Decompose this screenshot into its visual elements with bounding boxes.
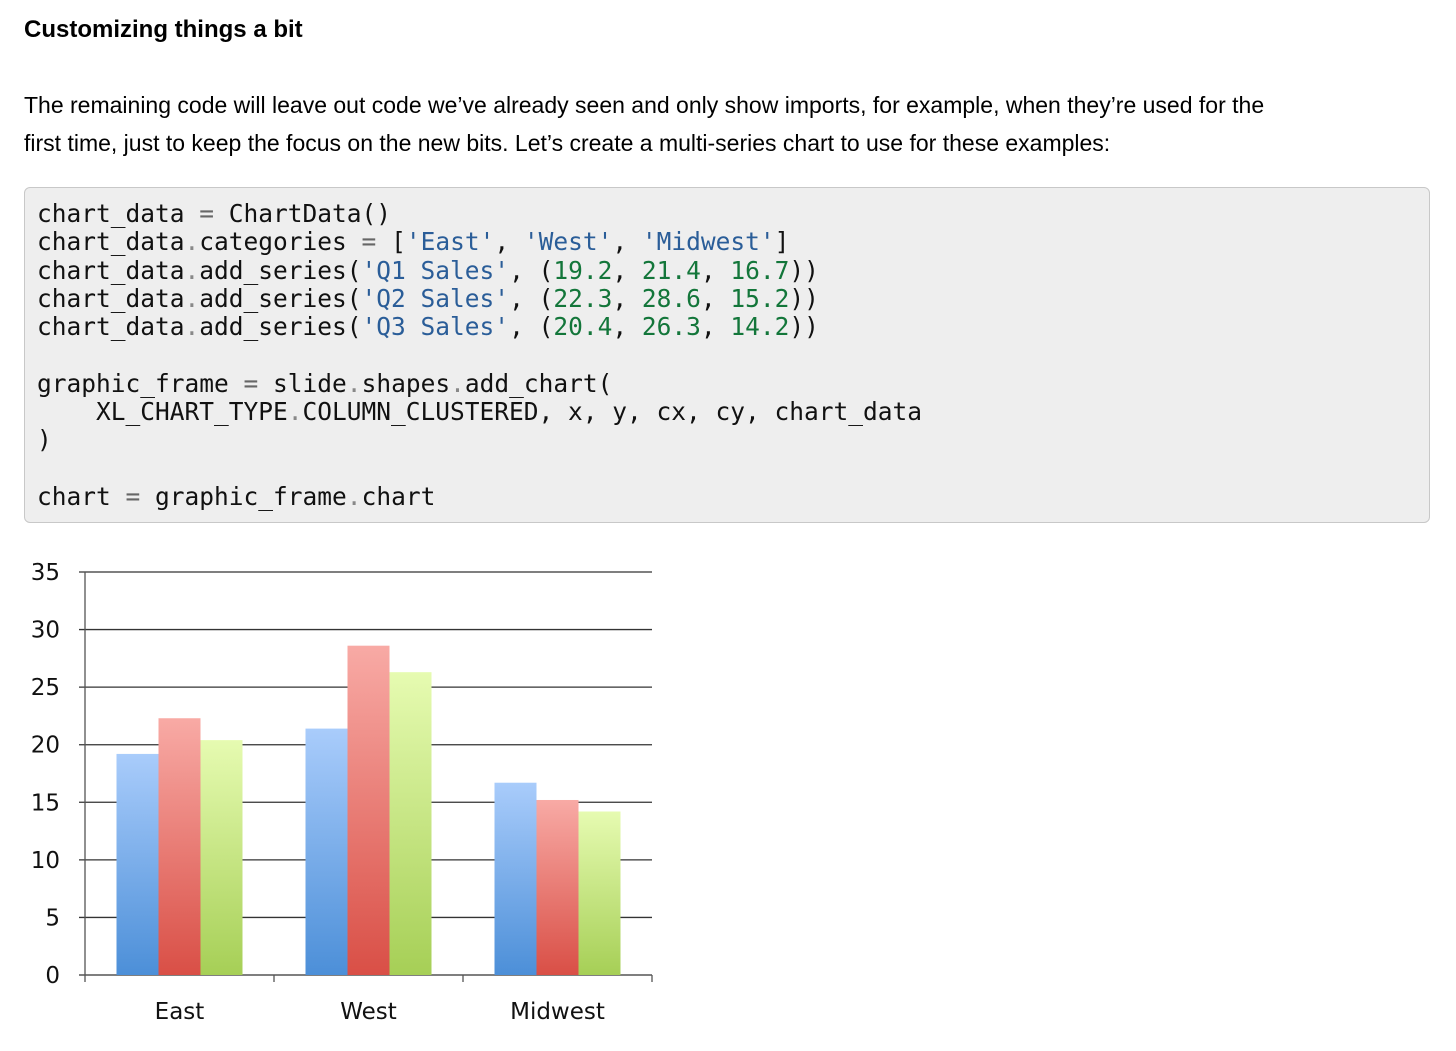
code-token: 16.7	[730, 255, 790, 285]
code-token: ]	[774, 227, 790, 257]
code-token: add_series(	[199, 255, 362, 285]
code-token: =	[361, 227, 377, 257]
code-line: chart_data.add_series('Q3 Sales', (20.4,…	[37, 312, 819, 341]
code-token: 28.6	[641, 283, 701, 313]
code-line: chart_data.add_series('Q1 Sales', (19.2,…	[37, 256, 819, 285]
code-token: add_series(	[199, 312, 362, 342]
bar	[536, 799, 579, 975]
code-token: graphic_frame	[37, 368, 244, 398]
code-block: chart_data = ChartData() chart_data.cate…	[24, 187, 1430, 523]
code-content: chart_data = ChartData() chart_data.cate…	[37, 199, 922, 511]
code-token: ,	[700, 283, 731, 313]
x-category-label: East	[155, 999, 205, 1025]
code-line: graphic_frame = slide.shapes.add_chart(	[37, 369, 612, 398]
code-token: 'East'	[405, 227, 495, 257]
code-token: 21.4	[641, 255, 701, 285]
code-line: chart_data = ChartData()	[37, 199, 391, 228]
code-token: .	[287, 397, 303, 427]
bar	[200, 740, 243, 975]
code-token: , (	[509, 312, 554, 342]
bar	[116, 753, 159, 975]
paragraph-line-2: first time, just to keep the focus on th…	[24, 130, 1111, 156]
bar	[494, 782, 537, 975]
code-token: 20.4	[553, 312, 613, 342]
y-tick-label: 15	[31, 790, 60, 816]
code-token: .	[184, 255, 200, 285]
code-token: 22.3	[553, 283, 613, 313]
code-token: chart_data	[37, 312, 185, 342]
x-category-label: Midwest	[510, 999, 605, 1025]
code-token: 26.3	[641, 312, 701, 342]
code-token: ,	[612, 312, 642, 342]
code-token: ))	[789, 283, 819, 313]
code-token: chart_data	[37, 199, 200, 228]
y-tick-label: 20	[31, 733, 60, 759]
code-token: ,	[612, 255, 642, 285]
code-token: categories	[199, 227, 362, 257]
y-tick-label: 0	[45, 963, 60, 989]
code-token: , (	[509, 255, 554, 285]
y-tick-label: 25	[31, 675, 60, 701]
section-heading: Customizing things a bit	[24, 16, 303, 43]
code-token: ,	[700, 312, 731, 342]
code-token: ,	[494, 227, 524, 257]
code-token: =	[125, 481, 141, 511]
y-tick-label: 35	[31, 560, 60, 586]
code-token: graphic_frame	[140, 481, 347, 511]
bar	[578, 811, 621, 975]
code-token: 19.2	[553, 255, 613, 285]
bar	[158, 718, 201, 975]
code-token: ,	[612, 283, 642, 313]
code-token: .	[184, 312, 200, 342]
y-tick-label: 10	[31, 848, 60, 874]
y-tick-label: 30	[31, 618, 60, 644]
code-token: .	[184, 227, 200, 257]
code-token: 14.2	[730, 312, 790, 342]
bar	[389, 672, 432, 975]
x-category-label: West	[340, 999, 397, 1025]
code-token: ChartData()	[214, 199, 392, 228]
code-token: 'Midwest'	[641, 227, 775, 257]
code-token: 15.2	[730, 283, 790, 313]
code-token: chart_data	[37, 283, 185, 313]
code-token: .	[346, 481, 362, 511]
code-token: .	[450, 368, 465, 398]
code-line: chart_data.categories = ['East', 'West',…	[37, 227, 789, 256]
code-token: slide	[258, 368, 347, 398]
clustered-column-chart: 0 5 10 15 20 25 30 35 East West Midwest	[31, 560, 653, 1025]
bar	[347, 645, 390, 975]
code-token: 'West'	[523, 227, 613, 257]
code-line: )	[37, 425, 52, 454]
code-token: 'Q3 Sales'	[361, 312, 510, 342]
paragraph-line-1: The remaining code will leave out code w…	[24, 92, 1265, 118]
code-token: 'Q1 Sales'	[361, 255, 510, 285]
code-token: .	[184, 283, 200, 313]
code-token: ,	[612, 227, 642, 257]
code-line: chart = graphic_frame.chart	[37, 482, 435, 511]
code-token: add_series(	[199, 283, 362, 313]
code-line: chart_data.add_series('Q2 Sales', (22.3,…	[37, 284, 819, 313]
code-token: COLUMN_CLUSTERED, x, y, cx, cy, chart_da…	[302, 397, 923, 427]
code-token: .	[346, 368, 362, 398]
code-token: shapes	[361, 368, 451, 398]
code-token: chart_data	[37, 255, 185, 285]
code-token: =	[243, 368, 259, 398]
code-token: chart_data	[37, 227, 185, 257]
code-token: ))	[789, 312, 819, 342]
code-token: chart	[37, 481, 126, 511]
y-tick-label: 5	[45, 905, 60, 931]
code-line: XL_CHART_TYPE.COLUMN_CLUSTERED, x, y, cx…	[37, 397, 922, 426]
intro-paragraph: The remaining code will leave out code w…	[24, 86, 1424, 162]
code-token: 'Q2 Sales'	[361, 283, 510, 313]
code-token: , (	[509, 283, 554, 313]
bar	[305, 728, 348, 975]
code-token: ,	[700, 255, 731, 285]
code-token: chart	[361, 481, 436, 511]
code-token: =	[199, 199, 215, 228]
code-token: ))	[789, 255, 819, 285]
code-token: [	[376, 227, 406, 257]
code-token: )	[37, 425, 52, 455]
code-token: XL_CHART_TYPE	[37, 397, 288, 427]
code-token: add_chart(	[464, 368, 613, 398]
